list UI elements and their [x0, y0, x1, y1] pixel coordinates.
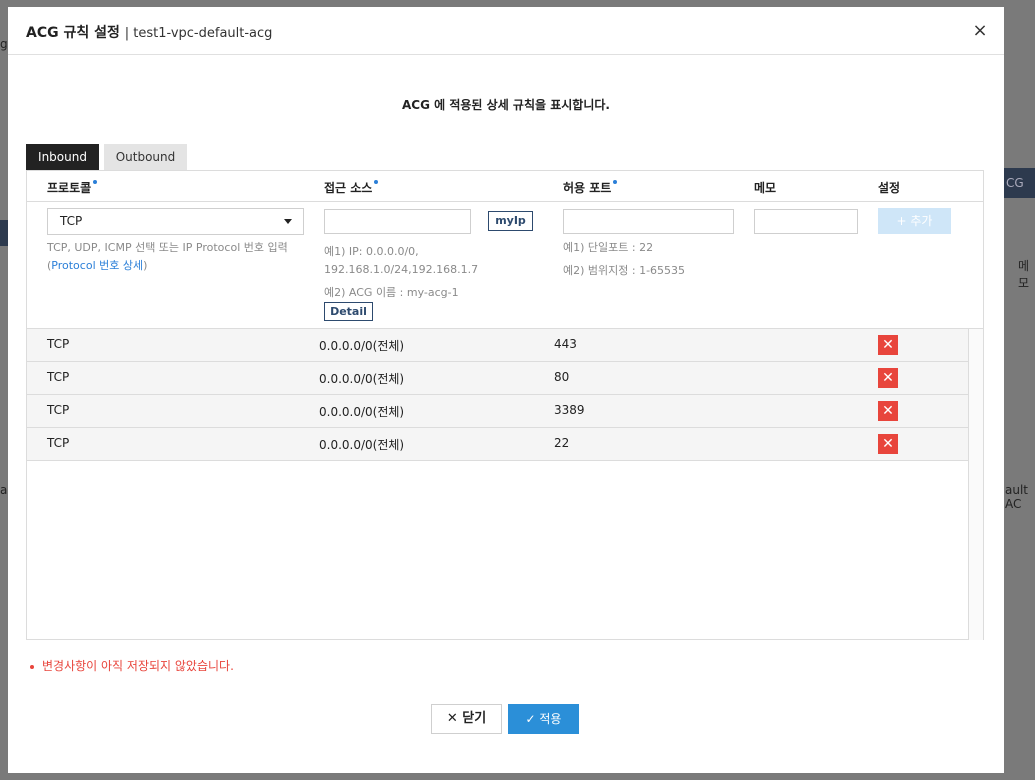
protocol-hint-paren-close: ): [143, 259, 148, 272]
warning-dot-icon: [30, 664, 34, 669]
source-hint-line-2: 192.168.1.0/24,192.168.1.7: [324, 263, 479, 276]
close-icon[interactable]: ×: [970, 21, 990, 41]
caret-down-icon: [284, 219, 292, 224]
rule-source: 0.0.0.0/0(전체): [319, 372, 405, 386]
delete-rule-icon[interactable]: ✕: [878, 434, 898, 454]
column-header-protocol-label: 프로토콜: [47, 181, 92, 195]
column-header-memo: 메모: [754, 181, 777, 195]
delete-rule-icon[interactable]: ✕: [878, 335, 898, 355]
rule-input-form: TCP TCP, UDP, ICMP 선택 또는 IP Protocol 번호 …: [27, 202, 983, 329]
rules-scrollbar[interactable]: [968, 329, 983, 640]
table-row: TCP 0.0.0.0/0(전체) 3389 ✕: [27, 395, 968, 428]
rule-port: 22: [554, 436, 570, 450]
rule-source: 0.0.0.0/0(전체): [319, 405, 405, 419]
background-left-strip: [0, 220, 8, 246]
protocol-select[interactable]: TCP: [47, 208, 304, 235]
source-hint-line-1: 예1) IP: 0.0.0.0/0,: [324, 245, 419, 258]
rule-port: 3389: [554, 403, 585, 417]
source-input[interactable]: [324, 209, 471, 234]
rule-source: 0.0.0.0/0(전체): [319, 438, 405, 452]
column-header-setting: 설정: [878, 181, 901, 195]
acg-rule-modal: ACG 규칙 설정 | test1-vpc-default-acg × ACG …: [8, 7, 1004, 773]
protocol-number-detail-link[interactable]: Protocol 번호 상세: [51, 259, 143, 272]
port-input[interactable]: [563, 209, 734, 234]
background-fragment: ault AC: [1005, 483, 1028, 511]
apply-button[interactable]: ✓ 적용: [508, 704, 579, 734]
background-fragment: CG: [1006, 176, 1024, 190]
modal-title-text: ACG 규칙 설정: [26, 25, 120, 41]
column-header-protocol: 프로토콜: [47, 179, 98, 196]
port-hint-line-1: 예1) 단일포트 : 22: [563, 241, 654, 254]
tab-inbound[interactable]: Inbound: [26, 144, 99, 171]
memo-input[interactable]: [754, 209, 858, 234]
rule-port: 80: [554, 370, 570, 384]
column-header-source: 접근 소스: [324, 179, 379, 196]
column-header-port: 허용 포트: [563, 179, 618, 196]
table-header: 프로토콜 접근 소스 허용 포트 메모 설정: [27, 171, 983, 202]
table-row: TCP 0.0.0.0/0(전체) 22 ✕: [27, 428, 968, 461]
tab-outbound[interactable]: Outbound: [104, 144, 187, 171]
required-dot-icon: [93, 180, 98, 184]
required-dot-icon: [374, 180, 379, 184]
background-fragment: a: [0, 483, 8, 497]
modal-description: ACG 에 적용된 상세 규칙을 표시합니다.: [402, 98, 610, 112]
protocol-select-value: TCP: [60, 214, 83, 228]
port-hint-line-2: 예2) 범위지정 : 1-65535: [563, 264, 686, 277]
rule-protocol: TCP: [47, 403, 70, 417]
modal-title: ACG 규칙 설정 | test1-vpc-default-acg: [26, 22, 272, 42]
rule-source: 0.0.0.0/0(전체): [319, 339, 405, 353]
add-rule-button[interactable]: + 추가: [878, 208, 951, 234]
protocol-hint: TCP, UDP, ICMP 선택 또는 IP Protocol 번호 입력: [47, 241, 288, 254]
required-dot-icon: [613, 180, 618, 184]
table-row: TCP 0.0.0.0/0(전체) 443 ✕: [27, 329, 968, 362]
source-hint-line-3: 예2) ACG 이름 : my-acg-1: [324, 286, 459, 299]
column-header-source-label: 접근 소스: [324, 181, 373, 195]
modal-header: ACG 규칙 설정 | test1-vpc-default-acg ×: [8, 7, 1004, 55]
rule-protocol: TCP: [47, 370, 70, 384]
rules-panel: 프로토콜 접근 소스 허용 포트 메모 설정 TCP TCP, UDP, ICM…: [26, 170, 984, 640]
background-fragment: g: [0, 37, 8, 51]
unsaved-warning-text: 변경사항이 아직 저장되지 않았습니다.: [42, 659, 234, 673]
background-fragment: 메모: [1018, 259, 1030, 290]
delete-rule-icon[interactable]: ✕: [878, 368, 898, 388]
protocol-hint-link-line: (Protocol 번호 상세): [47, 257, 147, 275]
table-row: TCP 0.0.0.0/0(전체) 80 ✕: [27, 362, 968, 395]
column-header-port-label: 허용 포트: [563, 181, 612, 195]
myip-button[interactable]: myIp: [488, 211, 533, 231]
unsaved-warning: 변경사항이 아직 저장되지 않았습니다.: [30, 657, 234, 674]
rule-port: 443: [554, 337, 577, 351]
rules-list: TCP 0.0.0.0/0(전체) 443 ✕ TCP 0.0.0.0/0(전체…: [27, 329, 968, 640]
modal-subtitle: | test1-vpc-default-acg: [124, 26, 273, 41]
rule-protocol: TCP: [47, 337, 70, 351]
close-button[interactable]: ✕ 닫기: [431, 704, 502, 734]
delete-rule-icon[interactable]: ✕: [878, 401, 898, 421]
detail-button[interactable]: Detail: [324, 302, 373, 321]
rule-protocol: TCP: [47, 436, 70, 450]
